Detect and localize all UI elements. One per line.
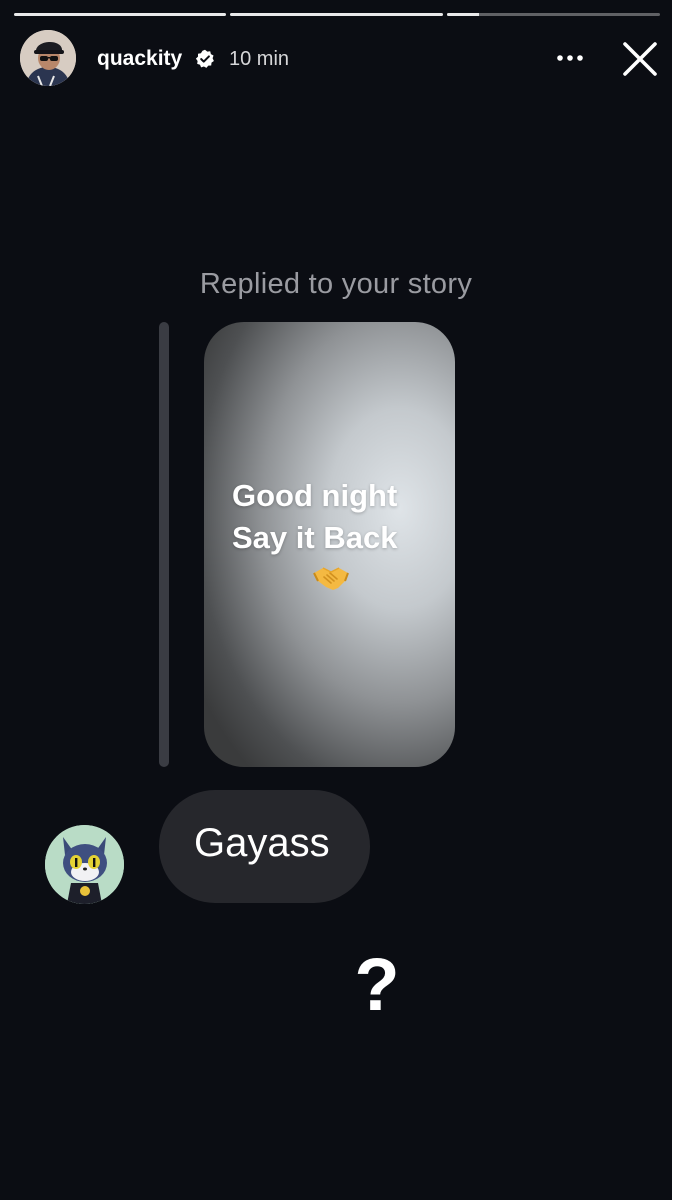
handshake-emoji-icon [313,567,349,590]
story-viewer: quackity 10 min Replied to your story Go… [0,0,672,1200]
story-preview-text: Good night Say it Back [232,475,397,559]
story-header: quackity 10 min [20,30,665,88]
progress-segment [230,13,443,16]
profile-avatar[interactable] [20,30,76,86]
sender-avatar-image [45,825,124,904]
progress-segment [447,13,660,16]
story-progress-bar [14,13,660,16]
progress-fill [14,13,226,16]
post-time: 10 min [229,48,290,70]
sender-avatar[interactable] [45,825,124,904]
profile-avatar-image [20,30,76,86]
story-preview-line-2: Say it Back [232,520,398,555]
story-preview-line-1: Good night [232,478,398,513]
more-horizontal-icon[interactable] [553,48,587,68]
message-text: Gayass [194,821,330,865]
username[interactable]: quackity [97,47,182,71]
message-bubble[interactable]: Gayass [159,790,370,903]
close-icon[interactable] [621,40,659,78]
reply-quote-bar [159,322,169,767]
progress-fill [230,13,443,16]
replied-caption: Replied to your story [199,268,473,300]
question-mark-overlay: ? [354,943,400,1026]
replied-story-preview[interactable]: Good night Say it Back [204,322,455,767]
progress-fill [447,13,479,16]
verified-badge-icon [195,49,214,68]
progress-segment [14,13,226,16]
